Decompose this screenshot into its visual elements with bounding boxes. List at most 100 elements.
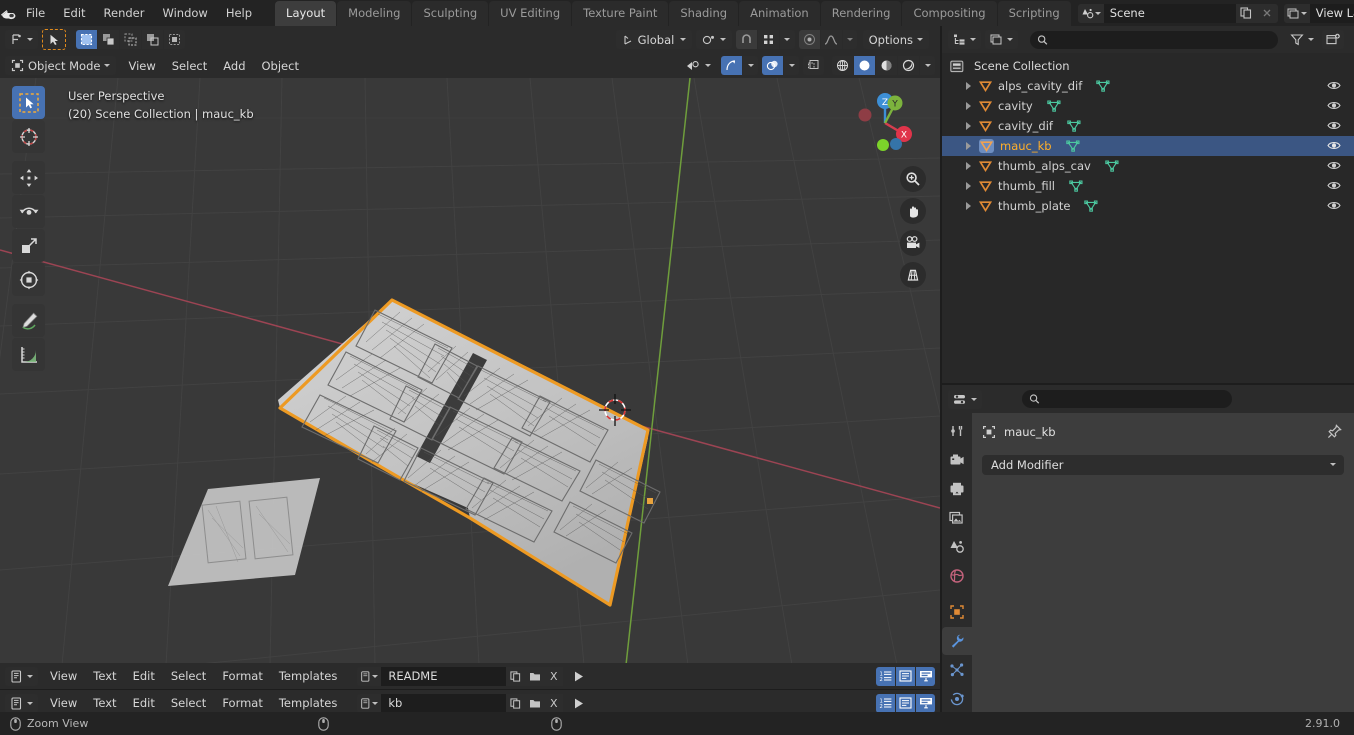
visibility-eye-icon[interactable]	[1327, 180, 1341, 194]
material-shading-icon[interactable]	[876, 56, 897, 75]
run-script-icon[interactable]	[567, 694, 589, 713]
text-menu-edit[interactable]: Edit	[125, 694, 163, 712]
properties-search-input[interactable]	[1022, 390, 1232, 408]
particles-tab[interactable]	[942, 656, 972, 684]
render-tab[interactable]	[942, 446, 972, 474]
wireframe-shading-icon[interactable]	[832, 56, 853, 75]
tab-animation[interactable]: Animation	[739, 1, 820, 26]
outliner-item-thumb-fill[interactable]: thumb_fill	[942, 176, 1354, 196]
pan-view-icon[interactable]	[900, 198, 926, 224]
syntax-highlight-icon[interactable]	[916, 693, 935, 713]
proportional-edit-icon[interactable]	[798, 30, 820, 49]
text-menu-text[interactable]: Text	[85, 667, 124, 685]
run-script-icon[interactable]	[567, 667, 589, 686]
word-wrap-icon[interactable]	[896, 666, 915, 686]
outliner-root-scene-collection[interactable]: Scene Collection	[942, 56, 1354, 76]
expand-triangle-icon[interactable]	[966, 82, 971, 90]
measure-tool[interactable]	[12, 338, 45, 371]
solid-shading-icon[interactable]	[854, 56, 875, 75]
viewport-menu-object[interactable]: Object	[254, 57, 307, 75]
text-menu-select[interactable]: Select	[163, 667, 214, 685]
physics-tab[interactable]	[942, 685, 972, 713]
add-modifier-button[interactable]: Add Modifier	[982, 455, 1344, 475]
3d-viewport[interactable]: User Perspective (20) Scene Collection |…	[0, 78, 940, 665]
text-filename-kb[interactable]: kb	[381, 693, 507, 713]
pivot-point-dropdown[interactable]	[695, 30, 732, 49]
toggle-projection-icon[interactable]	[900, 262, 926, 288]
outliner-tree[interactable]: Scene Collection alps_cavity_dif cavity	[942, 53, 1354, 383]
falloff-dropdown[interactable]	[842, 30, 857, 49]
expand-triangle-icon[interactable]	[966, 102, 971, 110]
text-datablock-icon[interactable]	[357, 666, 382, 686]
cursor-tool[interactable]	[12, 120, 45, 153]
outliner-item-cavity[interactable]: cavity	[942, 96, 1354, 116]
options-dropdown[interactable]: Options	[862, 30, 929, 49]
blender-logo-icon[interactable]	[0, 0, 17, 26]
open-text-icon[interactable]	[525, 666, 545, 686]
menu-edit[interactable]: Edit	[54, 3, 94, 23]
editor-type-3dview-icon[interactable]	[5, 30, 38, 49]
text-menu-text[interactable]: Text	[85, 694, 124, 712]
line-numbers-icon[interactable]: 12	[876, 666, 895, 686]
unlink-text-button[interactable]: X	[544, 666, 564, 686]
visibility-eye-icon[interactable]	[1327, 140, 1341, 154]
object-tab[interactable]	[942, 598, 972, 626]
viewport-menu-view[interactable]: View	[120, 57, 163, 75]
remove-scene-icon[interactable]	[1256, 3, 1278, 23]
pin-icon[interactable]	[1327, 424, 1342, 442]
text-menu-select[interactable]: Select	[163, 694, 214, 712]
outliner-item-thumb-plate[interactable]: thumb_plate	[942, 196, 1354, 216]
view-layer-tab[interactable]	[942, 504, 972, 532]
outliner-search-input[interactable]	[1030, 30, 1278, 49]
text-filename-readme[interactable]: README	[381, 666, 507, 686]
smooth-falloff-icon[interactable]	[820, 30, 842, 49]
tab-rendering[interactable]: Rendering	[820, 1, 902, 26]
properties-search-field[interactable]	[1045, 392, 1225, 406]
text-datablock-icon[interactable]	[357, 693, 382, 713]
select-subtract-icon[interactable]	[120, 30, 141, 49]
unlink-text-button[interactable]: X	[544, 693, 564, 713]
move-tool[interactable]	[12, 161, 45, 194]
syntax-highlight-icon[interactable]	[916, 666, 935, 686]
expand-triangle-icon[interactable]	[966, 122, 971, 130]
expand-triangle-icon[interactable]	[966, 162, 971, 170]
viewport-menu-add[interactable]: Add	[215, 57, 253, 75]
text-menu-edit[interactable]: Edit	[125, 667, 163, 685]
new-collection-icon[interactable]	[1322, 30, 1344, 49]
expand-triangle-icon[interactable]	[966, 142, 971, 150]
select-extend-icon[interactable]	[98, 30, 119, 49]
overlays-dropdown[interactable]	[784, 56, 799, 75]
view-layer-datablock[interactable]: View Layer	[1283, 3, 1354, 23]
expand-triangle-icon[interactable]	[966, 182, 971, 190]
tab-modeling[interactable]: Modeling	[337, 1, 412, 26]
visibility-eye-icon[interactable]	[1327, 100, 1341, 114]
new-text-icon[interactable]	[506, 693, 526, 713]
open-text-icon[interactable]	[525, 693, 545, 713]
text-menu-templates[interactable]: Templates	[271, 694, 345, 712]
tab-sculpting[interactable]: Sculpting	[412, 1, 489, 26]
tab-compositing[interactable]: Compositing	[902, 1, 997, 26]
tab-layout[interactable]: Layout	[275, 1, 337, 26]
select-invert-icon[interactable]	[142, 30, 163, 49]
tab-shading[interactable]: Shading	[669, 1, 739, 26]
tweak-select-box-tool[interactable]	[12, 86, 45, 119]
menu-file[interactable]: File	[17, 3, 54, 23]
visibility-eye-icon[interactable]	[1327, 120, 1341, 134]
tab-texture-paint[interactable]: Texture Paint	[572, 1, 669, 26]
text-menu-format[interactable]: Format	[214, 667, 271, 685]
transform-orientation-dropdown[interactable]: Global	[615, 30, 692, 49]
outliner-item-mauc-kb[interactable]: mauc_kb	[942, 136, 1354, 156]
menu-window[interactable]: Window	[153, 3, 216, 23]
expand-triangle-icon[interactable]	[966, 202, 971, 210]
view-layer-name[interactable]: View Layer	[1309, 3, 1354, 23]
editor-type-properties-icon[interactable]	[948, 389, 982, 409]
visibility-icon[interactable]	[684, 56, 713, 75]
overlays-icon[interactable]	[762, 56, 783, 75]
zoom-view-icon[interactable]	[900, 166, 926, 192]
editor-type-text-icon[interactable]	[5, 666, 38, 686]
select-intersect-icon[interactable]	[164, 30, 185, 49]
outliner-item-cavity-dif[interactable]: cavity_dif	[942, 116, 1354, 136]
visibility-eye-icon[interactable]	[1327, 80, 1341, 94]
visibility-eye-icon[interactable]	[1327, 200, 1341, 214]
world-tab[interactable]	[942, 562, 972, 590]
